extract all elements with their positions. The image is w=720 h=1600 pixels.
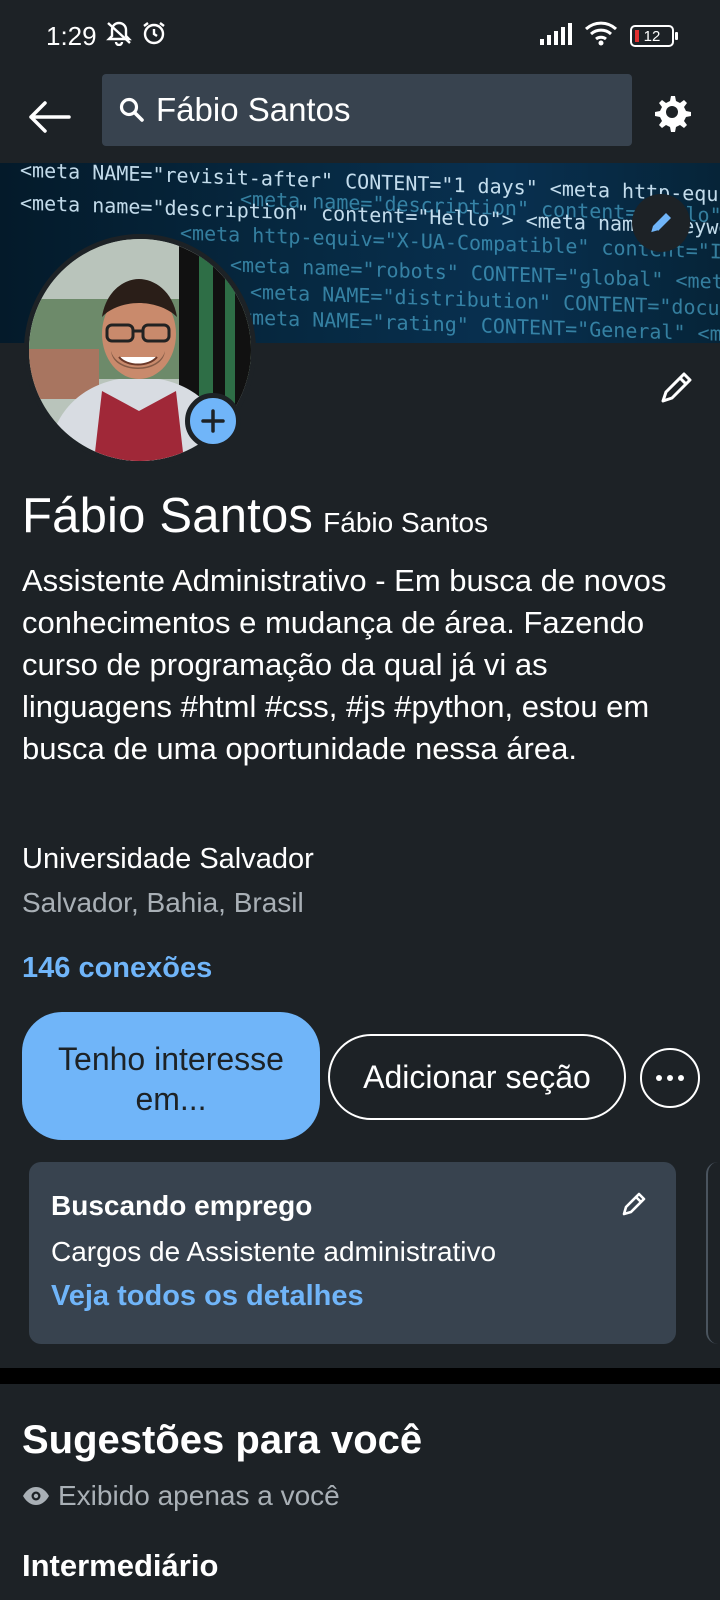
profile-headline: Assistente Administrativo - Em busca de …: [22, 563, 667, 766]
open-to-label: Tenho interesse em...: [58, 1041, 284, 1117]
signal-icon: [540, 21, 572, 52]
top-app-bar: Fábio Santos: [0, 72, 720, 162]
status-left: 1:29: [46, 20, 167, 53]
profile-school[interactable]: Universidade Salvador: [22, 843, 314, 876]
edit-job-card-button[interactable]: [616, 1186, 652, 1222]
add-section-label: Adicionar seção: [363, 1059, 591, 1095]
private-visibility-text: Exibido apenas a você: [58, 1480, 340, 1511]
open-to-work-card[interactable]: Buscando emprego Cargos de Assistente ad…: [29, 1162, 676, 1344]
edit-profile-button[interactable]: [652, 362, 702, 412]
profile-location: Salvador, Bahia, Brasil: [22, 887, 304, 918]
search-input[interactable]: Fábio Santos: [102, 74, 632, 146]
add-section-button[interactable]: Adicionar seção: [328, 1034, 626, 1120]
search-icon: [119, 97, 144, 122]
mute-bell-icon: [105, 20, 133, 53]
pencil-icon: [622, 1192, 646, 1216]
section-divider: [0, 1368, 720, 1384]
suggestions-title: Sugestões para você: [22, 1418, 423, 1462]
open-to-button[interactable]: Tenho interesse em...: [22, 1012, 320, 1140]
profile-name-secondary: Fábio Santos: [323, 507, 489, 538]
search-query: Fábio Santos: [156, 91, 351, 128]
name-row: Fábio Santos Fábio Santos: [22, 488, 488, 544]
alarm-icon: [141, 20, 167, 53]
edit-banner-button[interactable]: [632, 194, 690, 252]
status-bar: 1:29 12: [0, 0, 720, 72]
wifi-icon: [584, 20, 618, 53]
more-dots-icon: [656, 1075, 684, 1081]
pencil-icon: [661, 372, 692, 403]
status-time: 1:29: [46, 20, 97, 51]
back-button[interactable]: [0, 77, 100, 157]
eye-icon: [23, 1487, 49, 1505]
gear-icon: [655, 96, 691, 132]
private-visibility-note: Exibido apenas a você: [22, 1480, 340, 1512]
connections-link[interactable]: 146 conexões: [22, 952, 212, 985]
settings-button[interactable]: [644, 84, 700, 140]
battery-icon: 12: [630, 25, 678, 47]
plus-icon: [201, 409, 225, 433]
more-button[interactable]: [640, 1048, 700, 1108]
status-right: 12: [540, 20, 678, 53]
job-card-roles: Cargos de Assistente administrativo: [51, 1236, 497, 1267]
profile-name: Fábio Santos: [22, 489, 314, 543]
back-arrow-icon: [29, 101, 71, 133]
job-card-title: Buscando emprego: [51, 1190, 313, 1221]
add-photo-button[interactable]: [185, 393, 241, 449]
job-card-details-link[interactable]: Veja todos os detalhes: [51, 1280, 654, 1313]
suggestions-level: Intermediário: [22, 1548, 219, 1583]
pencil-icon: [650, 213, 671, 234]
next-card-peek[interactable]: [706, 1162, 720, 1344]
